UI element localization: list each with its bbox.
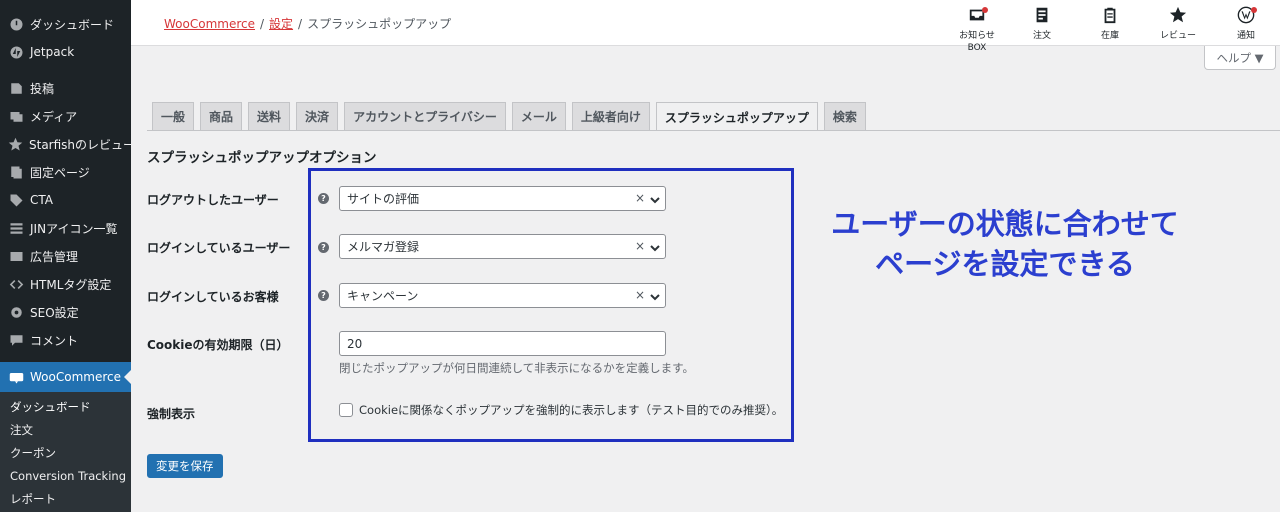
logged-in-user-label: ログインしているユーザー xyxy=(147,241,291,255)
sidebar-item-label: 投稿 xyxy=(30,81,55,96)
sidebar-item-label: CTA xyxy=(30,193,53,207)
tag-icon xyxy=(8,192,24,208)
breadcrumb-current: スプラッシュポップアップ xyxy=(307,17,452,31)
orders-button[interactable]: 注文 xyxy=(1008,0,1076,46)
sidebar-item-label: メディア xyxy=(30,109,78,124)
tab-accounts-privacy[interactable]: アカウントとプライバシー xyxy=(344,102,506,130)
sidebar-item-label: SEO設定 xyxy=(30,305,79,320)
annotation-text: ユーザーの状態に合わせて ページを設定できる xyxy=(815,204,1195,284)
sidebar-item-label: Starfishのレビュー xyxy=(29,137,136,152)
page-icon xyxy=(8,164,24,180)
submenu-item-dashboard[interactable]: ダッシュボード xyxy=(0,396,131,419)
sidebar-item-dashboard[interactable]: ダッシュボード xyxy=(0,10,131,38)
breadcrumb-separator: / xyxy=(298,17,303,31)
force-display-label: 強制表示 xyxy=(147,407,196,421)
top-bar: WooCommerce / 設定 / スプラッシュポップアップ お知らせ BOX 注文 … xyxy=(131,0,1280,53)
tab-search[interactable]: 検索 xyxy=(823,102,866,130)
tab-emails[interactable]: メール xyxy=(511,102,566,130)
annotation-line-1: ユーザーの状態に合わせて xyxy=(831,207,1179,241)
sidebar-item-jin-icons[interactable]: JINアイコン一覧 xyxy=(0,214,131,242)
sidebar-item-posts[interactable]: 投稿 xyxy=(0,74,131,102)
sidebar-item-label: WooCommerce xyxy=(30,370,121,384)
sidebar-item-html-tags[interactable]: HTMLタグ設定 xyxy=(0,270,131,298)
tab-shipping[interactable]: 送料 xyxy=(248,102,291,130)
orders-label: 注文 xyxy=(1032,31,1051,41)
comment-icon xyxy=(8,332,24,348)
notifications-button[interactable]: 通知 xyxy=(1212,0,1280,46)
code-icon xyxy=(8,276,24,292)
sidebar-item-label: Jetpack xyxy=(30,45,75,59)
sidebar-item-jetpack[interactable]: Jetpack xyxy=(0,38,131,66)
stock-button[interactable]: 在庫 xyxy=(1076,0,1144,46)
sidebar-item-pages[interactable]: 固定ページ xyxy=(0,158,131,186)
breadcrumb: WooCommerce / 設定 / スプラッシュポップアップ xyxy=(164,15,451,32)
activity-bar: お知らせ BOX 注文 在庫 レビュー 通知 xyxy=(946,0,1280,53)
wordpress-icon xyxy=(1237,6,1257,30)
tabs-divider xyxy=(147,130,1280,131)
tab-products[interactable]: 商品 xyxy=(200,102,243,130)
tab-splash-popup[interactable]: スプラッシュポップアップ xyxy=(655,102,818,131)
woo-icon xyxy=(8,369,24,385)
breadcrumb-woocommerce-link[interactable]: WooCommerce xyxy=(164,17,255,31)
sidebar-item-label: JINアイコン一覧 xyxy=(30,221,118,236)
submenu-item-coupons[interactable]: クーポン xyxy=(0,442,131,465)
star-icon xyxy=(8,136,23,152)
inbox-button[interactable]: お知らせ BOX xyxy=(946,0,1008,53)
sidebar-item-label: ダッシュボード xyxy=(30,17,115,32)
tab-payments[interactable]: 決済 xyxy=(296,102,339,130)
logged-in-customer-label: ログインしているお客様 xyxy=(147,290,279,304)
sidebar-item-starfish-reviews[interactable]: Starfishのレビュー xyxy=(0,130,135,158)
sidebar-item-ads[interactable]: 広告管理 xyxy=(0,242,131,270)
sidebar-item-label: コメント xyxy=(30,333,79,348)
tab-advanced[interactable]: 上級者向け xyxy=(571,102,650,130)
sidebar-item-label: HTMLタグ設定 xyxy=(30,277,112,292)
submenu-item-conversion-tracking[interactable]: Conversion Tracking xyxy=(0,465,131,488)
sidebar-item-seo[interactable]: SEO設定 xyxy=(0,298,131,326)
breadcrumb-separator: / xyxy=(259,17,265,31)
section-title: スプラッシュポップアップオプション xyxy=(147,150,377,166)
woocommerce-submenu: ダッシュボード 注文 クーポン Conversion Tracking レポート xyxy=(0,392,131,512)
reviews-label: レビュー xyxy=(1159,31,1196,41)
submenu-item-reports[interactable]: レポート xyxy=(0,488,131,511)
dashboard-icon xyxy=(8,16,24,32)
admin-sidebar: ダッシュボード Jetpack 投稿 メディア Starfishのレビュー 固定… xyxy=(0,0,135,512)
save-changes-button[interactable]: 変更を保存 xyxy=(147,454,223,478)
sidebar-item-label: 固定ページ xyxy=(30,165,90,180)
notifications-label: 通知 xyxy=(1236,31,1255,41)
sidebar-item-media[interactable]: メディア xyxy=(0,102,131,130)
reviews-button[interactable]: レビュー xyxy=(1144,0,1212,46)
cookie-expiry-label: Cookieの有効期限（日） xyxy=(147,338,289,352)
tab-general[interactable]: 一般 xyxy=(152,102,195,130)
highlight-box xyxy=(308,168,794,442)
submenu-item-orders[interactable]: 注文 xyxy=(0,419,131,442)
clipboard-icon xyxy=(1101,6,1119,30)
sidebar-item-label: 広告管理 xyxy=(30,249,79,264)
ad-icon xyxy=(8,248,24,264)
logged-out-user-label: ログアウトしたユーザー xyxy=(147,193,279,207)
sidebar-item-cta[interactable]: CTA xyxy=(0,186,131,214)
stock-label: 在庫 xyxy=(1100,31,1119,41)
inbox-sublabel: BOX xyxy=(967,43,987,53)
pin-icon xyxy=(8,80,24,96)
help-button[interactable]: ヘルプ ▼ xyxy=(1204,46,1276,70)
order-icon xyxy=(1033,6,1051,30)
gear-icon xyxy=(8,304,24,320)
star-icon xyxy=(1169,6,1187,30)
sidebar-item-comments[interactable]: コメント xyxy=(0,326,131,354)
annotation-line-2: ページを設定できる xyxy=(875,247,1135,281)
list-icon xyxy=(8,220,24,236)
sidebar-item-woocommerce[interactable]: WooCommerce xyxy=(0,362,131,392)
jetpack-icon xyxy=(8,44,24,60)
media-icon xyxy=(8,108,24,124)
breadcrumb-settings-link[interactable]: 設定 xyxy=(269,17,293,31)
settings-tabs: 一般 商品 送料 決済 アカウントとプライバシー メール 上級者向け スプラッシ… xyxy=(152,102,872,131)
inbox-icon xyxy=(968,6,988,30)
inbox-label: お知らせ xyxy=(959,31,995,41)
